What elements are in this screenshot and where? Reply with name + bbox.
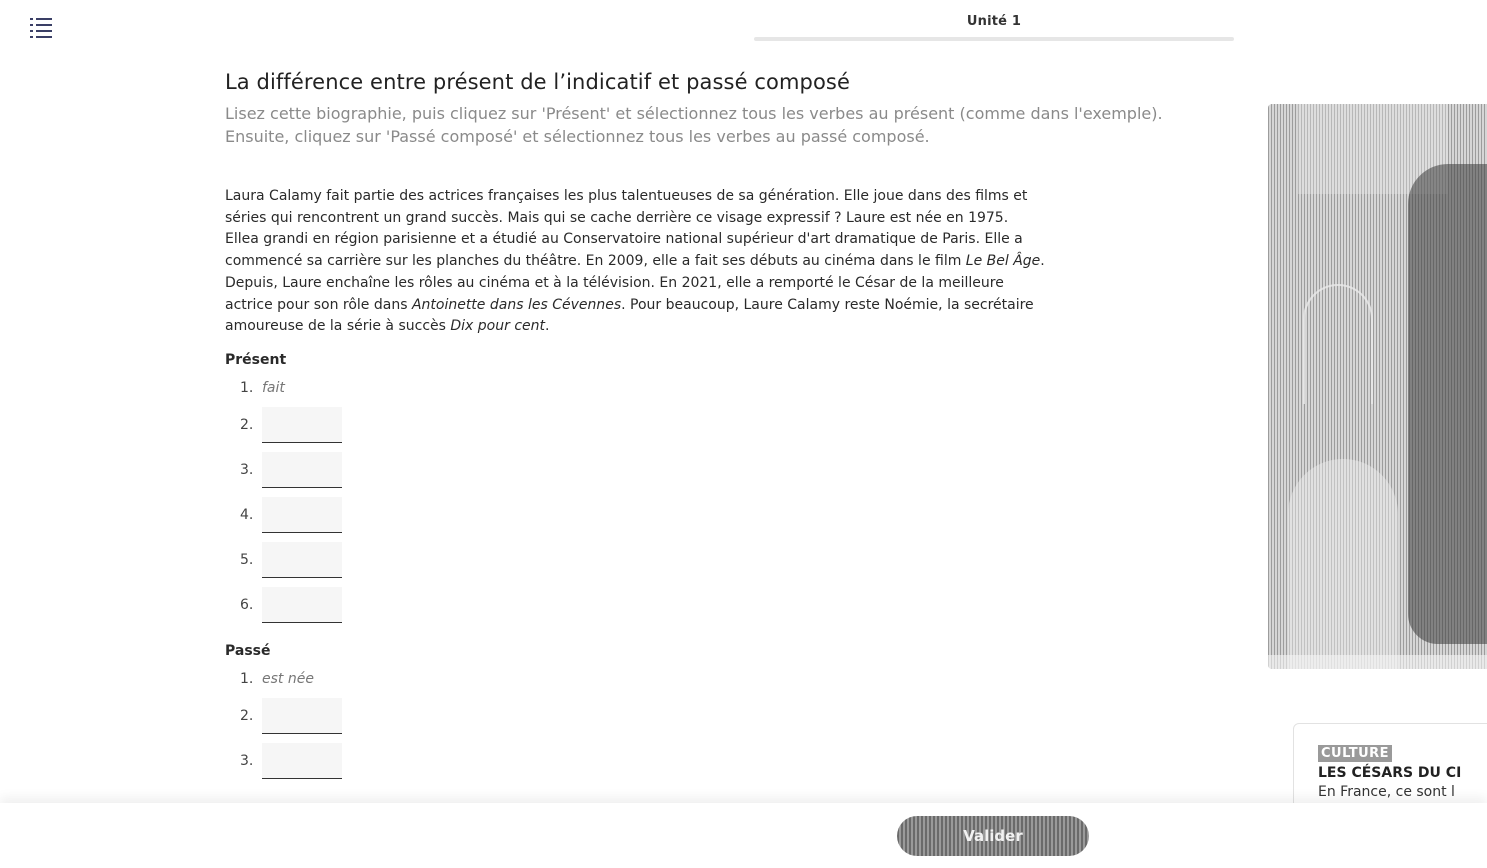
answer-slot[interactable] <box>262 742 342 779</box>
answer-slot[interactable] <box>262 541 342 578</box>
answer-slot[interactable] <box>262 451 342 488</box>
bottom-bar <box>0 803 1487 868</box>
bio-film-title: Le Bel Âge <box>965 253 1041 270</box>
unit-title: Unité 1 <box>966 14 1022 29</box>
present-answer-item: 5. <box>240 533 1185 578</box>
passe-answer-item: 2. <box>240 689 1185 734</box>
bio-part: Laura Calamy fait partie des actrices fr… <box>225 188 1028 270</box>
list-menu-icon <box>30 18 58 20</box>
culture-card[interactable]: CULTURE LES CÉSARS DU CI En France, ce s… <box>1293 723 1487 813</box>
bio-part: . <box>545 318 550 335</box>
item-number: 5. <box>240 551 254 568</box>
item-number: 2. <box>240 707 254 724</box>
answer-slot[interactable] <box>262 496 342 533</box>
item-number: 1. <box>240 379 254 396</box>
answer-slot[interactable] <box>262 697 342 734</box>
validate-button[interactable]: Valider <box>897 816 1089 856</box>
example-verb: est née <box>262 670 314 687</box>
present-answer-item: 6. <box>240 578 1185 623</box>
present-example-item: 1. fait <box>240 378 1185 398</box>
present-answer-item: 3. <box>240 443 1185 488</box>
culture-tag: CULTURE <box>1318 745 1393 762</box>
present-answer-list: 1. fait 2. 3. 4. 5. 6. <box>225 378 1185 623</box>
unit-progress-bar <box>754 37 1234 41</box>
culture-text: En France, ce sont l <box>1318 784 1455 800</box>
passe-answer-list: 1. est née 2. 3. <box>225 669 1185 779</box>
present-section-label[interactable]: Présent <box>225 352 1185 368</box>
item-number: 3. <box>240 461 254 478</box>
culture-title: LES CÉSARS DU CI <box>1318 765 1462 781</box>
bio-film-title: Antoinette dans les Cévennes <box>411 296 622 313</box>
item-number: 3. <box>240 752 254 769</box>
passe-section-label[interactable]: Passé <box>225 643 1185 659</box>
present-answer-item: 2. <box>240 398 1185 443</box>
passe-example-item: 1. est née <box>240 669 1185 689</box>
example-verb: fait <box>262 379 285 396</box>
menu-button[interactable] <box>30 16 58 40</box>
biography-text: Laura Calamy fait partie des actrices fr… <box>225 186 1045 338</box>
lesson-title: La différence entre présent de l’indicat… <box>225 70 850 94</box>
item-number: 2. <box>240 416 254 433</box>
lesson-instructions: Lisez cette biographie, puis cliquez sur… <box>225 104 1163 146</box>
answer-slot[interactable] <box>262 406 342 443</box>
lesson-content: La différence entre présent de l’indicat… <box>225 70 1185 779</box>
unit-header: Unité 1 <box>754 14 1234 41</box>
answer-slot[interactable] <box>262 586 342 623</box>
actress-photo <box>1268 104 1487 669</box>
present-answer-item: 4. <box>240 488 1185 533</box>
item-number: 6. <box>240 596 254 613</box>
passe-answer-item: 3. <box>240 734 1185 779</box>
item-number: 1. <box>240 670 254 687</box>
bio-series-title: Dix pour cent <box>450 318 545 335</box>
item-number: 4. <box>240 506 254 523</box>
